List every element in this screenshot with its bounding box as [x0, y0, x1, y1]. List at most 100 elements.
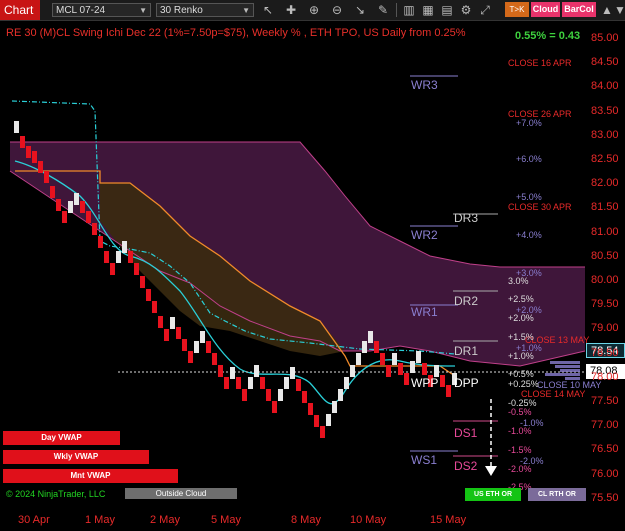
pointer-icon[interactable]: ↖: [260, 2, 276, 18]
dr3-label: DR3: [454, 211, 479, 225]
renko-brick: [62, 211, 67, 223]
renko-brick: [152, 301, 157, 313]
renko-brick: [188, 351, 193, 363]
us-eth-or-button[interactable]: US ETH OR: [465, 488, 521, 501]
x-axis-tick: 5 May: [211, 514, 241, 526]
renko-brick: [170, 317, 175, 329]
y-axis-tick: 85.00: [591, 32, 619, 44]
renko-brick: [26, 146, 31, 158]
renko-brick: [182, 339, 187, 351]
renko-brick: [242, 389, 247, 401]
daily-pct-label: +1.5%: [508, 332, 534, 342]
chart-tab[interactable]: Chart: [0, 0, 40, 20]
renko-brick: [140, 276, 145, 288]
copyright: © 2024 NinjaTrader, LLC: [6, 489, 106, 499]
renko-brick: [206, 341, 211, 353]
renko-brick: [404, 373, 409, 385]
y-axis-tick: 81.50: [591, 201, 619, 214]
arrow-icon[interactable]: ↘: [352, 2, 368, 18]
y-axis-tick: 82.50: [591, 153, 619, 165]
grid-icon[interactable]: ▦: [420, 2, 436, 18]
renko-brick: [446, 385, 451, 397]
renko-brick: [302, 391, 307, 403]
wr2-label: WR2: [411, 228, 438, 242]
expand-icon[interactable]: ⤢: [477, 2, 493, 18]
arrow-down-icon[interactable]: ▼: [612, 2, 625, 18]
renko-brick: [440, 375, 445, 387]
zoom-out-icon[interactable]: ⊖: [329, 2, 345, 18]
tok-button[interactable]: T>K: [505, 2, 529, 17]
pencil-icon[interactable]: ✎: [375, 2, 391, 18]
renko-brick: [116, 251, 121, 263]
renko-brick: [128, 251, 133, 263]
close-16apr-label: CLOSE 16 APR: [508, 58, 572, 68]
chevron-down-icon: ▼: [139, 6, 147, 15]
renko-brick: [422, 363, 427, 375]
y-axis-tick: 79.50: [591, 298, 619, 311]
dr2-label: DR2: [454, 294, 479, 308]
y-axis-tick: 80.00: [591, 274, 619, 286]
y-axis-tick: 81.00: [591, 225, 619, 238]
renko-brick: [266, 389, 271, 401]
wr1-label: WR1: [411, 305, 438, 319]
bar-chart-icon[interactable]: ▤: [439, 2, 455, 18]
renko-brick: [290, 367, 295, 379]
zoom-in-icon[interactable]: ⊕: [306, 2, 322, 18]
period-selector[interactable]: 30 Renko ▼: [156, 3, 254, 17]
dpp-label: DPP: [454, 376, 479, 390]
chart-title: RE 30 (M)CL Swing Ichi Dec 22 (1%=7.50p=…: [6, 27, 466, 39]
renko-brick: [374, 341, 379, 353]
renko-brick: [68, 201, 73, 213]
renko-brick: [254, 365, 259, 377]
chevron-down-icon: ▼: [242, 6, 250, 15]
wr3-label: WR3: [411, 78, 438, 92]
x-axis-tick: 30 Apr: [18, 514, 50, 526]
renko-brick: [410, 361, 415, 373]
cl-rth-or-button[interactable]: CL RTH OR: [528, 488, 586, 501]
renko-brick: [278, 389, 283, 401]
renko-brick: [326, 414, 331, 426]
renko-brick: [368, 331, 373, 343]
outside-cloud-button[interactable]: Outside Cloud: [125, 488, 237, 499]
x-axis-tick: 2 May: [150, 514, 180, 526]
renko-brick: [134, 263, 139, 275]
wpp-label: WPP: [411, 376, 439, 390]
renko-brick: [14, 121, 19, 133]
day-vwap-button[interactable]: Day VWAP: [3, 431, 120, 445]
daily-pct-label: +0.25%: [508, 379, 539, 389]
toolbar-divider: [396, 3, 397, 17]
daily-pct-label: -2.0%: [508, 464, 532, 474]
renko-brick: [344, 377, 349, 389]
renko-brick: [32, 151, 37, 163]
crosshair-icon[interactable]: ✚: [283, 2, 299, 18]
y-axis-tick: 83.00: [591, 128, 619, 141]
daily-pct-label: +1.0%: [508, 351, 534, 361]
renko-brick: [284, 377, 289, 389]
renko-brick: [92, 223, 97, 235]
barcol-button[interactable]: BarCol: [562, 2, 596, 17]
renko-brick: [308, 403, 313, 415]
y-axis-tick: 76.50: [591, 443, 619, 456]
weekly-pct-label: +4.0%: [516, 230, 542, 240]
close-30apr-label: CLOSE 30 APR: [508, 202, 572, 212]
instrument-selector[interactable]: MCL 07-24 ▼: [52, 3, 151, 17]
renko-brick: [296, 379, 301, 391]
renko-brick: [320, 426, 325, 438]
cloud-button[interactable]: Cloud: [531, 2, 560, 17]
renko-brick: [236, 377, 241, 389]
renko-brick: [398, 363, 403, 375]
renko-brick: [110, 263, 115, 275]
wkly-vwap-button[interactable]: Wkly VWAP: [3, 450, 149, 464]
renko-brick: [272, 401, 277, 413]
renko-brick: [74, 193, 79, 205]
ws1-label: WS1: [411, 453, 438, 467]
mnt-vwap-button[interactable]: Mnt VWAP: [3, 469, 178, 483]
chart-type-icon[interactable]: ▥: [401, 2, 417, 18]
settings-icon[interactable]: ⚙: [458, 2, 474, 18]
daily-pct-label: -1.0%: [508, 426, 532, 436]
daily-pct-label: -1.5%: [508, 445, 532, 455]
daily-pct-label: 3.0%: [508, 276, 529, 286]
y-axis-tick: 75.50: [591, 491, 619, 504]
renko-brick: [230, 367, 235, 379]
projection-arrow-head: [485, 466, 497, 476]
